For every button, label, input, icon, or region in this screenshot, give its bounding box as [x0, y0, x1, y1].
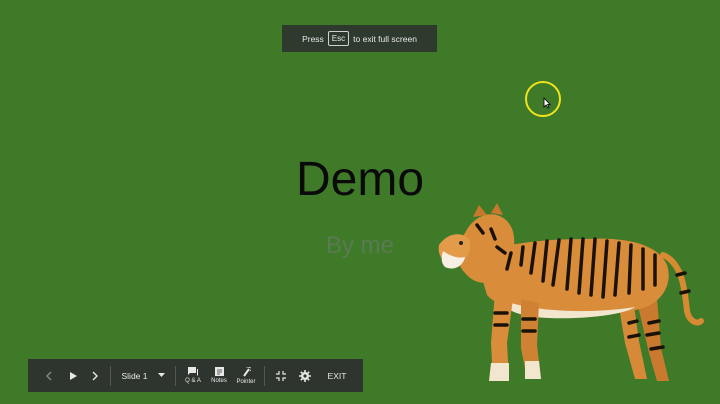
notes-label: Notes: [211, 378, 227, 384]
qa-button[interactable]: Q & A: [180, 359, 206, 392]
toolbar-divider: [110, 365, 111, 386]
chevron-right-icon: [92, 371, 98, 380]
settings-button[interactable]: [293, 359, 317, 392]
slide-selector-label: Slide 1: [121, 370, 148, 381]
exit-fullscreen-button[interactable]: [269, 359, 293, 392]
notes-icon: [214, 367, 224, 376]
laser-pointer-icon: [242, 366, 251, 377]
gear-icon: [299, 369, 311, 382]
pointer-label: Pointer: [236, 378, 256, 385]
fullscreen-banner: Press Esc to exit full screen: [282, 25, 437, 52]
mouse-cursor-icon: [543, 97, 551, 109]
play-icon: [69, 371, 77, 380]
toolbar-divider: [175, 365, 176, 386]
esc-key: Esc: [327, 31, 350, 46]
next-slide-button[interactable]: [84, 359, 106, 392]
tiger-image: [438, 203, 704, 381]
pointer-button[interactable]: Pointer: [232, 359, 260, 392]
play-button[interactable]: [62, 359, 84, 392]
exit-button[interactable]: EXIT: [317, 359, 357, 392]
caret-down-icon: [157, 373, 165, 377]
previous-slide-button[interactable]: [36, 359, 62, 392]
banner-press-text: Press: [302, 33, 324, 44]
slide-selector-dropdown[interactable]: Slide 1: [115, 359, 171, 392]
banner-suffix-text: to exit full screen: [353, 33, 417, 44]
chevron-left-icon: [46, 371, 52, 380]
qa-label: Q & A: [185, 378, 201, 384]
presenter-toolbar: Slide 1 Q & A Notes Pointer EXIT: [28, 359, 363, 392]
notes-button[interactable]: Notes: [206, 359, 232, 392]
chat-bubble-icon: [188, 367, 198, 376]
exit-fullscreen-icon: [276, 370, 286, 381]
slide-title: Demo: [295, 153, 425, 206]
toolbar-divider: [264, 365, 265, 386]
